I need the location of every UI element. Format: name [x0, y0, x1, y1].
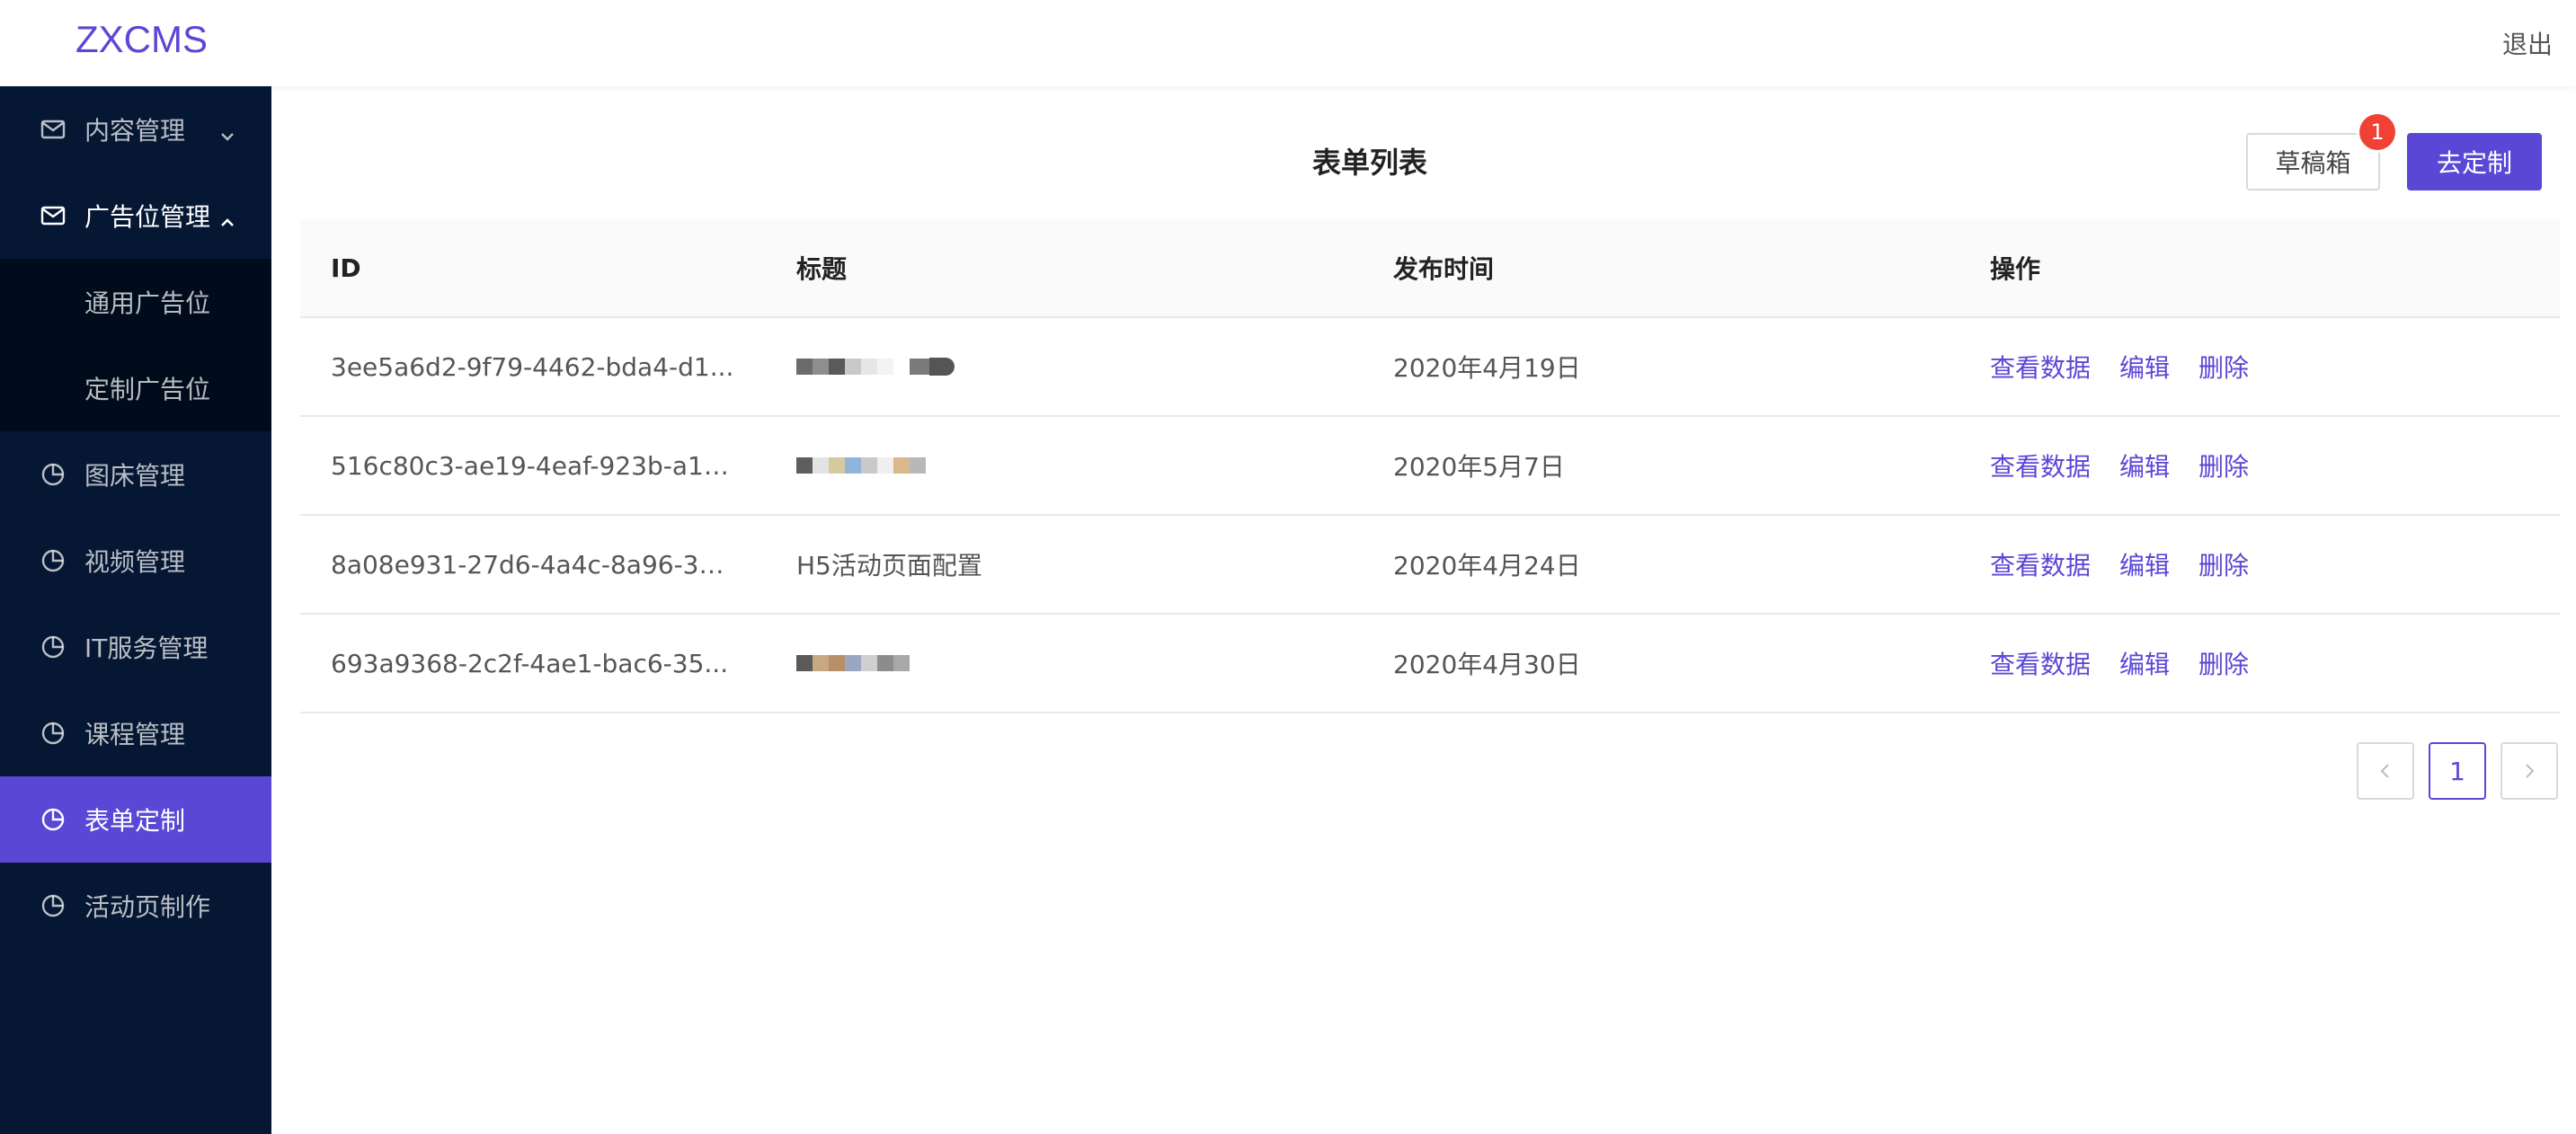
- page-title: 表单列表: [271, 140, 2576, 182]
- redacted-title-image: [796, 647, 910, 679]
- main-content: 表单列表 草稿箱 1 去定制 ID 标题 发布时间 操作 3ee5a6d2-9f…: [271, 86, 2576, 1134]
- table-row: 8a08e931-27d6-4a4c-8a96-39... H5活动页面配置 2…: [300, 516, 2560, 615]
- sidebar: 内容管理 广告位管理 通用广告位 定制广告位 图床管理 视频管理 IT服务管理 …: [0, 86, 271, 1134]
- view-data-link[interactable]: 查看数据: [1990, 349, 2091, 385]
- sidebar-subitem-custom-ads[interactable]: 定制广告位: [0, 345, 271, 431]
- row-id: 8a08e931-27d6-4a4c-8a96-39...: [331, 549, 735, 580]
- sidebar-item-videos[interactable]: 视频管理: [0, 518, 271, 604]
- logout-link[interactable]: 退出: [2502, 25, 2553, 61]
- redacted-title-image: [796, 350, 955, 383]
- pie-chart-icon: [40, 461, 67, 488]
- sidebar-item-images[interactable]: 图床管理: [0, 431, 271, 518]
- pagination-prev-button[interactable]: [2357, 742, 2414, 800]
- chevron-up-icon: [219, 208, 235, 226]
- table-row: 693a9368-2c2f-4ae1-bac6-35... 2020年4月30日…: [300, 615, 2560, 713]
- row-actions: 查看数据 编辑 删除: [1990, 417, 2529, 514]
- delete-link[interactable]: 删除: [2198, 349, 2249, 385]
- row-time: 2020年4月19日: [1393, 353, 1581, 383]
- ads-submenu: 通用广告位 定制广告位: [0, 259, 271, 431]
- edit-link[interactable]: 编辑: [2119, 546, 2170, 582]
- sidebar-item-content[interactable]: 内容管理: [0, 86, 271, 173]
- chevron-down-icon: [219, 121, 235, 141]
- row-id: 693a9368-2c2f-4ae1-bac6-35...: [331, 648, 729, 678]
- edit-link[interactable]: 编辑: [2119, 349, 2170, 385]
- chevron-right-icon: [2526, 764, 2535, 778]
- top-header: ZXCMS 退出: [0, 0, 2576, 86]
- table-header: ID 标题 发布时间 操作: [300, 219, 2560, 318]
- redacted-title-image: [796, 449, 926, 482]
- sidebar-subitem-general-ads[interactable]: 通用广告位: [0, 259, 271, 345]
- delete-link[interactable]: 删除: [2198, 645, 2249, 681]
- table-row: 3ee5a6d2-9f79-4462-bda4-d1... 2020年4月19日…: [300, 318, 2560, 417]
- sidebar-item-label: 视频管理: [84, 547, 186, 577]
- delete-link[interactable]: 删除: [2198, 546, 2249, 582]
- sidebar-item-label: 课程管理: [84, 720, 186, 749]
- sidebar-item-label: 内容管理: [84, 116, 186, 146]
- pie-chart-icon: [40, 892, 67, 919]
- row-title-redacted: [796, 615, 1336, 712]
- column-header-ops: 操作: [1990, 254, 2041, 284]
- edit-link[interactable]: 编辑: [2119, 447, 2170, 483]
- row-time: 2020年4月24日: [1393, 551, 1581, 580]
- pie-chart-icon: [40, 720, 67, 747]
- sidebar-item-forms[interactable]: 表单定制: [0, 776, 271, 863]
- row-title-redacted: [796, 417, 1336, 514]
- row-time: 2020年4月30日: [1393, 650, 1581, 679]
- mail-icon: [40, 116, 67, 143]
- table-row: 516c80c3-ae19-4eaf-923b-a1e... 2020年5月7日…: [300, 417, 2560, 516]
- sidebar-item-label: 通用广告位: [84, 288, 211, 318]
- app-logo[interactable]: ZXCMS: [76, 18, 208, 61]
- row-actions: 查看数据 编辑 删除: [1990, 615, 2529, 712]
- pie-chart-icon: [40, 633, 67, 660]
- view-data-link[interactable]: 查看数据: [1990, 645, 2091, 681]
- pie-chart-icon: [40, 547, 67, 574]
- pagination-next-button[interactable]: [2500, 742, 2558, 800]
- row-title: H5活动页面配置: [796, 551, 982, 580]
- sidebar-item-label: 活动页制作: [84, 892, 211, 922]
- sidebar-item-courses[interactable]: 课程管理: [0, 690, 271, 776]
- drafts-count-badge: 1: [2359, 114, 2395, 150]
- column-header-time: 发布时间: [1393, 254, 1495, 284]
- view-data-link[interactable]: 查看数据: [1990, 546, 2091, 582]
- mail-icon: [40, 202, 67, 229]
- row-actions: 查看数据 编辑 删除: [1990, 318, 2529, 415]
- forms-table: ID 标题 发布时间 操作 3ee5a6d2-9f79-4462-bda4-d1…: [300, 219, 2560, 713]
- row-id: 3ee5a6d2-9f79-4462-bda4-d1...: [331, 351, 734, 382]
- sidebar-item-ads[interactable]: 广告位管理: [0, 173, 271, 259]
- row-id: 516c80c3-ae19-4eaf-923b-a1e...: [331, 450, 735, 481]
- chevron-left-icon: [2380, 764, 2389, 778]
- column-header-id: ID: [331, 252, 361, 283]
- sidebar-item-label: IT服务管理: [84, 633, 209, 663]
- edit-link[interactable]: 编辑: [2119, 645, 2170, 681]
- sidebar-item-activity-pages[interactable]: 活动页制作: [0, 863, 271, 949]
- column-header-title: 标题: [796, 254, 848, 284]
- pagination-page-1[interactable]: 1: [2429, 742, 2486, 800]
- drafts-button[interactable]: 草稿箱: [2246, 133, 2380, 190]
- go-customize-button[interactable]: 去定制: [2407, 133, 2542, 190]
- row-title-redacted: [796, 318, 1336, 415]
- sidebar-item-it-services[interactable]: IT服务管理: [0, 604, 271, 690]
- page-title-text: 表单列表: [1311, 146, 1427, 180]
- pie-chart-icon: [40, 806, 67, 833]
- row-actions: 查看数据 编辑 删除: [1990, 516, 2529, 613]
- delete-link[interactable]: 删除: [2198, 447, 2249, 483]
- sidebar-item-label: 表单定制: [84, 806, 186, 836]
- view-data-link[interactable]: 查看数据: [1990, 447, 2091, 483]
- sidebar-item-label: 定制广告位: [84, 375, 211, 404]
- sidebar-item-label: 图床管理: [84, 461, 186, 491]
- row-time: 2020年5月7日: [1393, 452, 1565, 482]
- sidebar-item-label: 广告位管理: [84, 202, 211, 232]
